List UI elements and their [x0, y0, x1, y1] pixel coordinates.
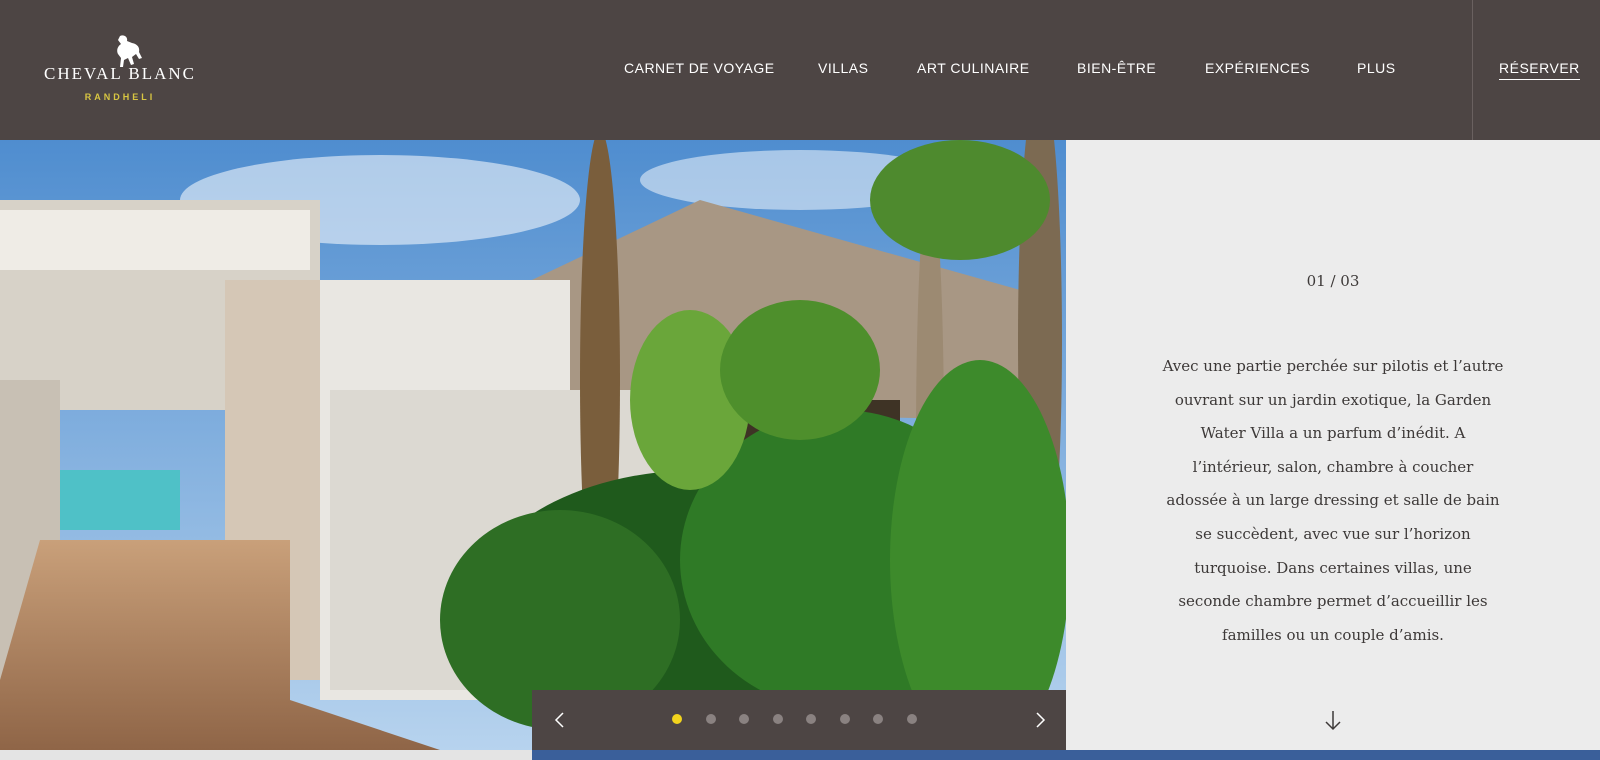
description-panel: 01 / 03 Avec une partie perchée sur pilo… [1066, 140, 1600, 750]
reserve-link[interactable]: RÉSERVER [1499, 60, 1580, 80]
chevron-right-icon[interactable] [1028, 708, 1052, 732]
villa-description: Avec une partie perchée sur pilotis et l… [1162, 357, 1504, 644]
nav-item-plus[interactable]: PLUS [1357, 60, 1396, 76]
slider-dot-6[interactable] [839, 714, 850, 724]
slider-dot-8[interactable] [906, 714, 917, 724]
nav-item-villas[interactable]: VILLAS [818, 60, 868, 76]
slider-dot-7[interactable] [873, 714, 883, 724]
slider-controls [532, 690, 1066, 750]
header-divider [1472, 0, 1473, 140]
nav-item-art-culinaire[interactable]: ART CULINAIRE [917, 60, 1030, 76]
nav-item-bien-etre[interactable]: BIEN-ÊTRE [1077, 60, 1156, 76]
slider-dot-2[interactable] [705, 714, 716, 724]
nav-item-experiences[interactable]: EXPÉRIENCES [1205, 60, 1310, 76]
slider-dot-1[interactable] [672, 714, 682, 724]
site-header: CHEVAL BLANC RANDHELI CARNET DE VOYAGE V… [0, 0, 1600, 140]
slider-dot-4[interactable] [772, 714, 783, 724]
next-section-preview [532, 750, 1600, 760]
brand-name: CHEVAL BLANC [44, 64, 196, 83]
slider-dot-3[interactable] [739, 714, 749, 724]
nav-item-carnet-de-voyage[interactable]: CARNET DE VOYAGE [624, 60, 775, 76]
bottom-strip-left [0, 750, 532, 760]
brand-logo[interactable]: CHEVAL BLANC RANDHELI [40, 30, 200, 110]
slider-dot-5[interactable] [806, 714, 816, 724]
villa-photo [0, 140, 1066, 750]
chevron-left-icon[interactable] [548, 708, 572, 732]
slide-counter: 01 / 03 [1306, 272, 1360, 290]
brand-location: RANDHELI [84, 92, 156, 102]
arrow-down-icon[interactable] [1321, 708, 1345, 732]
